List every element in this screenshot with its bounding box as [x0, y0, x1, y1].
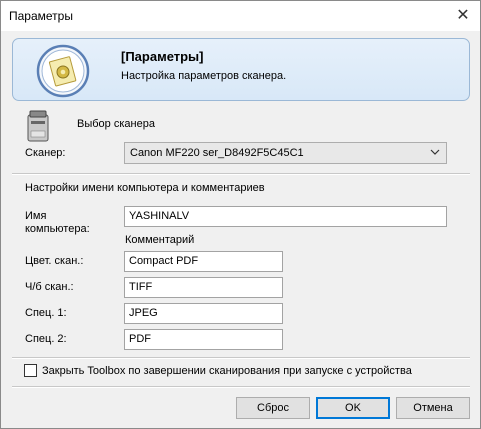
- custom1-input[interactable]: JPEG: [124, 303, 283, 324]
- scanner-section-heading: Выбор сканера: [77, 118, 155, 130]
- close-icon[interactable]: ✕: [446, 1, 480, 31]
- computer-name-label-line2: компьютера:: [25, 223, 90, 235]
- computer-name-label-line1: Имя: [25, 210, 47, 222]
- title-bar: Параметры ✕: [1, 1, 480, 31]
- settings-dialog: Параметры ✕ [Параметры] Настройка параме…: [0, 0, 481, 429]
- computer-name-input[interactable]: YASHINALV: [124, 206, 447, 227]
- reset-button[interactable]: Сброс: [236, 397, 310, 419]
- comment-heading: Комментарий: [125, 234, 195, 246]
- header-subtitle: Настройка параметров сканера.: [121, 70, 287, 82]
- divider: [12, 357, 470, 359]
- custom2-input[interactable]: PDF: [124, 329, 283, 350]
- divider: [12, 386, 470, 388]
- scanner-select[interactable]: Canon MF220 ser_D8492F5C45C1: [124, 142, 447, 164]
- cancel-button[interactable]: Отмена: [396, 397, 470, 419]
- custom2-label: Спец. 2:: [25, 333, 67, 345]
- color-scan-input[interactable]: Compact PDF: [124, 251, 283, 272]
- bw-scan-label: Ч/б скан.:: [25, 281, 74, 293]
- scanner-icon: [27, 110, 49, 142]
- names-section-heading: Настройки имени компьютера и комментарие…: [25, 182, 265, 194]
- ok-button[interactable]: OK: [316, 397, 390, 419]
- header-panel: [Параметры] Настройка параметров сканера…: [12, 38, 470, 101]
- scanner-select-value: Canon MF220 ser_D8492F5C45C1: [130, 147, 304, 159]
- divider: [12, 173, 470, 175]
- bw-scan-input[interactable]: TIFF: [124, 277, 283, 298]
- close-toolbox-label: Закрыть Toolbox по завершении сканирован…: [42, 365, 412, 377]
- scanner-label: Сканер:: [25, 147, 66, 159]
- settings-document-icon: [36, 44, 90, 98]
- chevron-down-icon: [430, 149, 440, 155]
- header-title: [Параметры]: [121, 49, 204, 64]
- custom1-label: Спец. 1:: [25, 307, 67, 319]
- close-toolbox-checkbox[interactable]: [24, 364, 37, 377]
- color-scan-label: Цвет. скан.:: [25, 255, 84, 267]
- window-title: Параметры: [9, 9, 73, 23]
